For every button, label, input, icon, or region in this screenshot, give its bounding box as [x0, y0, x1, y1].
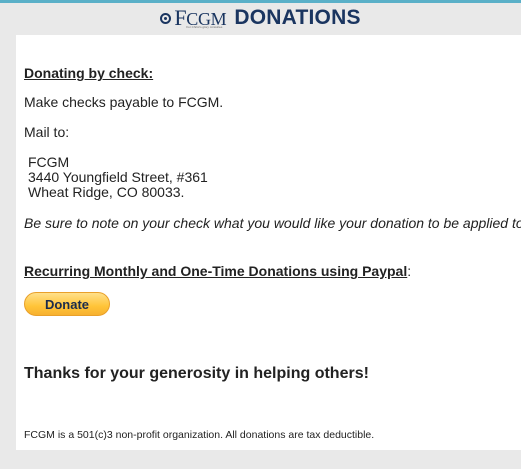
payable-text: Make checks payable to FCGM.: [24, 94, 224, 110]
address-line: FCGM: [28, 154, 70, 170]
mail-to-label: Mail to:: [24, 124, 70, 140]
address-line: Wheat Ridge, CO 80033.: [28, 184, 185, 200]
address-line: 3440 Youngfield Street, #361: [28, 169, 208, 185]
paypal-heading: Recurring Monthly and One-Time Donations…: [24, 263, 411, 279]
logo-tagline: For Christ's glory ministries: [186, 25, 223, 29]
logo-circle-icon: [160, 13, 172, 24]
paypal-heading-colon: :: [407, 263, 412, 279]
check-heading: Donating by check:: [24, 65, 154, 81]
thanks-message: Thanks for your generosity in helping ot…: [24, 365, 369, 382]
nonprofit-disclaimer: FCGM is a 501(c)3 non-profit organizatio…: [24, 429, 375, 441]
logo: FCGM For Christ's glory ministries: [174, 7, 226, 29]
content-panel: Donating by check: Make checks payable t…: [16, 35, 521, 450]
check-note: Be sure to note on your check what you w…: [24, 215, 521, 231]
donate-button[interactable]: Donate: [24, 292, 110, 316]
mailing-address: FCGM 3440 Youngfield Street, #361 Wheat …: [28, 155, 208, 200]
page-header: FCGM For Christ's glory ministries DONAT…: [0, 3, 521, 33]
page-title: DONATIONS: [234, 6, 361, 29]
paypal-heading-text: Recurring Monthly and One-Time Donations…: [24, 263, 408, 279]
